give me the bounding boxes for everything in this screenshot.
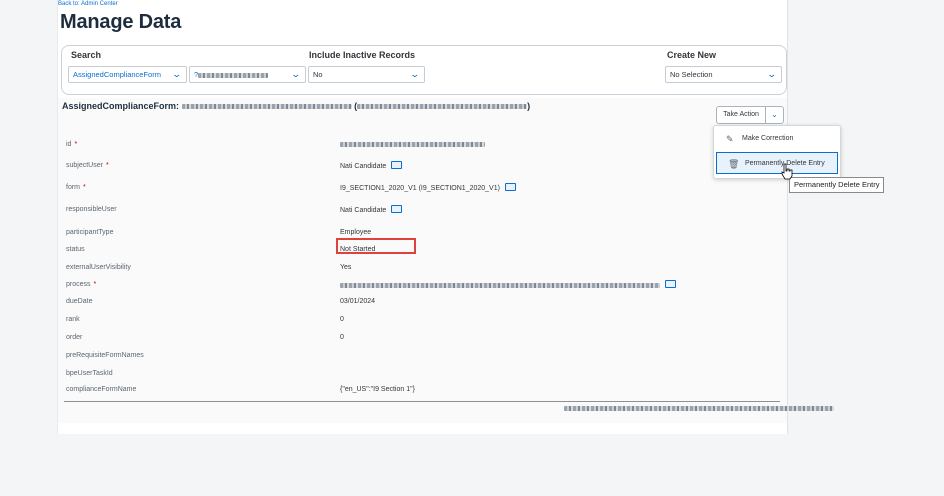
field-label-participantType: participantType [66, 229, 114, 236]
record-title: AssignedComplianceForm: () [62, 101, 531, 111]
field-value-externalUserVisibility: Yes [340, 264, 352, 271]
inactive-label: Include Inactive Records [309, 50, 416, 60]
chevron-down-icon: ⌄ [171, 69, 183, 79]
field-value-complianceFormName: {"en_US":"I9 Section 1"} [340, 386, 415, 393]
pencil-icon: ✎ [726, 134, 734, 144]
hand-cursor-icon [781, 163, 793, 180]
field-value-subjectUser: Nati Candidate [340, 161, 403, 170]
field-label-form: form * [66, 184, 86, 191]
search-type-select[interactable]: AssignedComplianceForm ⌄ [68, 66, 187, 83]
search-record-select[interactable]: ? ⌄ [189, 66, 306, 83]
field-value-dueDate: 03/01/2024 [340, 298, 376, 305]
chevron-down-icon: ⌄ [771, 110, 778, 119]
chevron-down-icon: ⌄ [409, 69, 421, 79]
take-action-button[interactable]: Take Action [716, 106, 766, 124]
take-action-dropdown-button[interactable]: ⌄ [765, 106, 784, 124]
inactive-records-select[interactable]: No ⌄ [308, 66, 425, 83]
field-label-dueDate: dueDate [66, 298, 93, 305]
chevron-down-icon: ⌄ [290, 69, 302, 79]
field-label-id: id * [66, 141, 78, 148]
field-label-externalUserVisibility: externalUserVisibility [66, 264, 131, 271]
field-value-form: I9_SECTION1_2020_V1 (I9_SECTION1_2020_V1… [340, 183, 516, 192]
menu-item-permanently-delete[interactable]: 🗑 Permanently Delete Entry [716, 152, 838, 174]
field-label-complianceFormName: complianceFormName [66, 386, 137, 393]
field-value-rank: 0 [340, 316, 344, 323]
search-label: Search [71, 50, 102, 60]
take-action-menu: ✎ Make Correction 🗑 Permanently Delete E… [713, 125, 841, 179]
field-label-subjectUser: subjectUser * [66, 162, 109, 169]
field-value-order: 0 [340, 334, 344, 341]
chevron-down-icon: ⌄ [766, 69, 778, 79]
create-new-label: Create New [667, 50, 717, 60]
field-label-rank: rank [66, 316, 80, 323]
user-card-icon[interactable] [665, 280, 676, 288]
field-value-participantType: Employee [340, 229, 372, 236]
field-label-order: order [66, 334, 83, 341]
field-value-id [340, 141, 485, 148]
field-value-process [340, 280, 676, 289]
status-highlight-box [336, 238, 416, 254]
field-value-responsibleUser: Nati Candidate [340, 205, 403, 214]
field-label-process: process * [66, 281, 97, 288]
field-label-status: status [66, 246, 85, 253]
tooltip: Permanently Delete Entry [789, 177, 885, 193]
field-label-responsibleUser: responsibleUser [66, 206, 117, 213]
menu-item-make-correction[interactable]: ✎ Make Correction [714, 128, 840, 150]
footer-info [564, 406, 834, 412]
main-page: Back to: Admin Center Manage Data Search… [57, 0, 834, 434]
filter-panel: Search AssignedComplianceForm ⌄ ? ⌄ Incl… [61, 45, 787, 95]
trash-icon: 🗑 [728, 159, 740, 169]
field-label-preRequisiteFormNames: preRequisiteFormNames [66, 352, 144, 359]
user-card-icon[interactable] [391, 205, 403, 213]
page-title: Manage Data [60, 11, 182, 33]
field-label-bpeUserTaskId: bpeUserTaskId [66, 370, 113, 377]
back-link[interactable]: Back to: Admin Center [58, 1, 118, 7]
user-card-icon[interactable] [504, 183, 516, 191]
create-new-select[interactable]: No Selection ⌄ [665, 66, 782, 83]
user-card-icon[interactable] [391, 161, 403, 169]
divider [64, 401, 780, 402]
